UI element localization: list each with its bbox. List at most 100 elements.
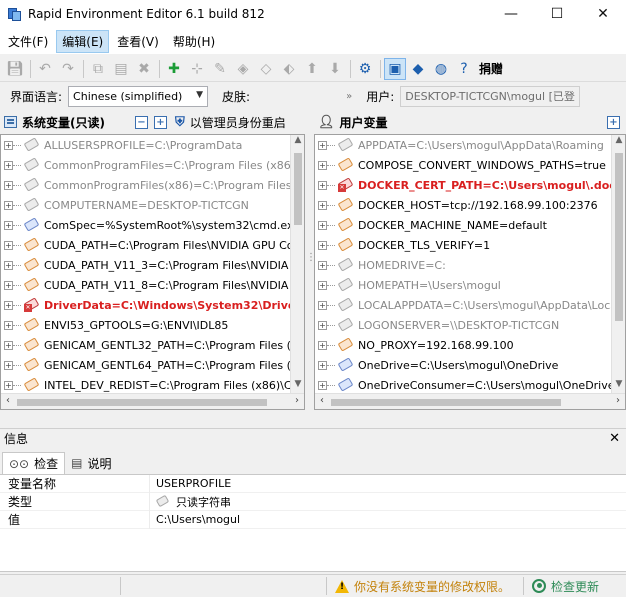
save-icon[interactable]: 💾︎ (4, 58, 26, 80)
user-variables-tree[interactable]: + APPDATA=C:\Users\mogul\AppData\Roaming +… (314, 134, 626, 410)
system-vertical-scrollbar[interactable]: ▲ ▼ (290, 135, 304, 393)
tree-row[interactable]: + CommonProgramFiles=C:\Program Files (x8… (1, 155, 304, 175)
collapse-all-button[interactable]: − (134, 115, 148, 129)
expand-icon[interactable]: + (318, 200, 327, 210)
expand-icon[interactable]: + (4, 360, 13, 370)
expand-icon[interactable]: + (318, 300, 327, 310)
tree-row[interactable]: + OneDrive=C:\Users\mogul\OneDrive (315, 355, 625, 375)
expand-icon[interactable]: + (4, 240, 13, 250)
move-down-icon[interactable]: ⬇ (324, 58, 346, 80)
tree-row[interactable]: + ENVI53_GPTOOLS=G:\ENVI\IDL85 (1, 315, 304, 335)
scroll-down-icon[interactable]: ▼ (291, 379, 304, 393)
undo-icon[interactable]: ↶ (34, 58, 56, 80)
panel-splitter[interactable] (305, 112, 316, 412)
maximize-button[interactable]: ☐ (534, 0, 580, 28)
info-panel-icon[interactable]: ▣ (384, 57, 406, 80)
expand-icon[interactable]: + (318, 340, 327, 350)
user-expand-all-button[interactable]: + (607, 115, 620, 129)
tree-row[interactable]: + NO_PROXY=192.168.99.100 (315, 335, 625, 355)
delete-icon[interactable]: ✖ (133, 58, 155, 80)
menu-edit[interactable]: 编辑(E) (56, 29, 110, 53)
expand-icon[interactable]: + (318, 220, 327, 230)
chevron-right-icon[interactable]: » (346, 91, 352, 102)
add-value-icon[interactable]: ⊹ (186, 58, 208, 80)
tree-row[interactable]: + ✕ DOCKER_CERT_PATH=C:\Users\mogul\.dock (315, 175, 625, 195)
expand-icon[interactable]: + (4, 320, 13, 330)
donate-button[interactable]: 捐赠 (479, 60, 503, 77)
move-up-icon[interactable]: ⬆ (301, 58, 323, 80)
tag-icon[interactable]: ◈ (232, 58, 254, 80)
scroll-thumb[interactable] (17, 399, 267, 406)
expand-icon[interactable]: + (318, 240, 327, 250)
tab-description[interactable]: ▤ 说明 (65, 452, 117, 474)
tree-row[interactable]: + CUDA_PATH=C:\Program Files\NVIDIA GPU C… (1, 235, 304, 255)
tree-row[interactable]: + INTEL_DEV_REDIST=C:\Program Files (x86)… (1, 375, 304, 395)
tree-row[interactable]: + ALLUSERSPROFILE=C:\ProgramData (1, 135, 304, 155)
minimize-button[interactable]: — (488, 0, 534, 28)
tree-row[interactable]: + GENICAM_GENTL32_PATH=C:\Program Files (… (1, 335, 304, 355)
expand-icon[interactable]: + (318, 360, 327, 370)
web-icon[interactable]: ◍ (430, 58, 452, 80)
edit-icon[interactable]: ✎ (209, 58, 231, 80)
tab-inspect[interactable]: ⊙⊙ 检查 (2, 452, 66, 474)
scroll-thumb[interactable] (294, 153, 302, 225)
scroll-down-icon[interactable]: ▼ (612, 379, 625, 393)
menu-file[interactable]: 文件(F) (2, 30, 54, 53)
close-icon[interactable]: ✕ (609, 431, 620, 446)
expand-icon[interactable]: + (4, 160, 13, 170)
expand-icon[interactable]: + (318, 380, 327, 390)
tree-row[interactable]: + LOGONSERVER=\\DESKTOP-TICTCGN (315, 315, 625, 335)
settings-icon[interactable]: ⚙ (354, 58, 376, 80)
expand-icon[interactable]: + (4, 280, 13, 290)
user-select[interactable]: DESKTOP-TICTCGN\mogul [已登 (400, 85, 581, 107)
add-variable-icon[interactable]: ✚ (163, 58, 185, 80)
expand-icon[interactable]: + (318, 140, 327, 150)
expand-icon[interactable]: + (4, 220, 13, 230)
expand-all-button[interactable]: + (153, 115, 167, 129)
scroll-left-icon[interactable]: ‹ (1, 395, 15, 409)
tree-row[interactable]: + DOCKER_TLS_VERIFY=1 (315, 235, 625, 255)
copy-icon[interactable]: ⧉ (87, 58, 109, 80)
help-icon[interactable]: ? (453, 58, 475, 80)
tree-row[interactable]: + CUDA_PATH_V11_8=C:\Program Files\NVIDIA… (1, 275, 304, 295)
tags-icon[interactable]: ◇ (255, 58, 277, 80)
expand-icon[interactable]: + (4, 300, 13, 310)
tree-row[interactable]: + CommonProgramFiles(x86)=C:\Program File… (1, 175, 304, 195)
expand-icon[interactable]: + (4, 180, 13, 190)
scroll-right-icon[interactable]: › (290, 395, 304, 409)
expand-icon[interactable]: + (318, 280, 327, 290)
tree-row[interactable]: + ComSpec=%SystemRoot%\system32\cmd.exe (1, 215, 304, 235)
scroll-left-icon[interactable]: ‹ (315, 395, 329, 409)
tree-row[interactable]: + COMPUTERNAME=DESKTOP-TICTCGN (1, 195, 304, 215)
expand-icon[interactable]: + (318, 160, 327, 170)
expand-icon[interactable]: + (4, 140, 13, 150)
scroll-right-icon[interactable]: › (611, 395, 625, 409)
expand-icon[interactable]: + (4, 340, 13, 350)
tree-row[interactable]: + HOMEPATH=\Users\mogul (315, 275, 625, 295)
paste-icon[interactable]: ▤ (110, 58, 132, 80)
menu-view[interactable]: 查看(V) (111, 30, 165, 53)
highlight-tag-icon[interactable]: ◆ (407, 58, 429, 80)
scroll-up-icon[interactable]: ▲ (612, 135, 625, 149)
expand-icon[interactable]: + (318, 260, 327, 270)
tree-row[interactable]: + ✕ DriverData=C:\Windows\System32\Drivers (1, 295, 304, 315)
system-horizontal-scrollbar[interactable]: ‹ › (1, 393, 304, 409)
system-variables-tree[interactable]: + ALLUSERSPROFILE=C:\ProgramData + CommonPr… (0, 134, 305, 410)
expand-icon[interactable]: + (4, 380, 13, 390)
menu-help[interactable]: 帮助(H) (167, 30, 221, 53)
language-select[interactable]: Chinese (simplified) ▼ (68, 85, 209, 107)
tree-row[interactable]: + CUDA_PATH_V11_3=C:\Program Files\NVIDIA… (1, 255, 304, 275)
scroll-thumb[interactable] (331, 399, 561, 406)
tree-row[interactable]: + DOCKER_HOST=tcp://192.168.99.100:2376 (315, 195, 625, 215)
tree-row[interactable]: + GENICAM_GENTL64_PATH=C:\Program Files (… (1, 355, 304, 375)
close-button[interactable]: ✕ (580, 0, 626, 28)
expand-icon[interactable]: + (318, 320, 327, 330)
tree-row[interactable]: + OneDriveConsumer=C:\Users\mogul\OneDriv… (315, 375, 625, 395)
redo-icon[interactable]: ↷ (57, 58, 79, 80)
tree-row[interactable]: + COMPOSE_CONVERT_WINDOWS_PATHS=true (315, 155, 625, 175)
tree-row[interactable]: + LOCALAPPDATA=C:\Users\mogul\AppData\Loc… (315, 295, 625, 315)
expand-icon[interactable]: + (318, 180, 327, 190)
admin-restart-button[interactable]: 以管理员身份重启 (190, 114, 286, 131)
expand-icon[interactable]: + (4, 200, 13, 210)
user-vertical-scrollbar[interactable]: ▲ ▼ (611, 135, 625, 393)
